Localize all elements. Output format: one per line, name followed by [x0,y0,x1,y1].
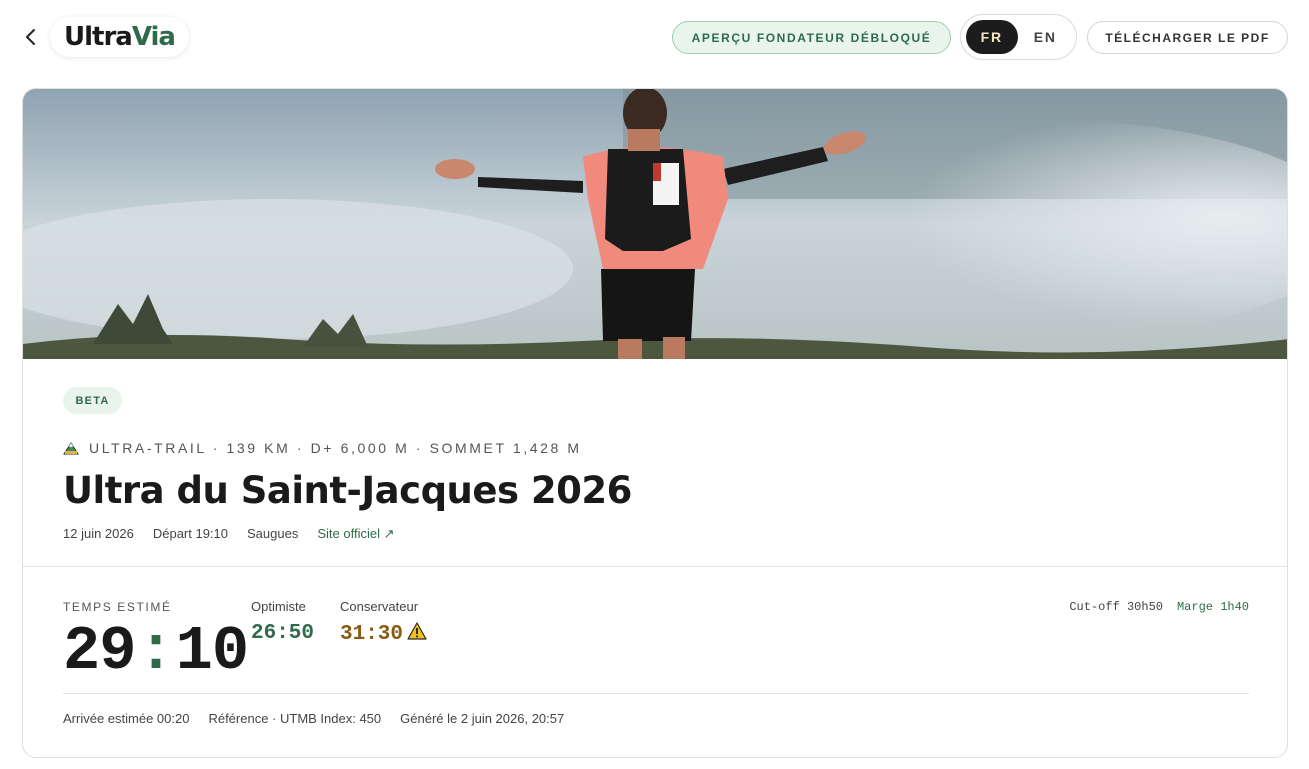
race-meta: ULTRA-TRAIL · 139 KM · D+ 6,000 M · SOMM… [63,440,582,456]
conservative-block: 31:30 [340,622,427,647]
optimistic-value: 26:50 [251,622,315,645]
race-departure: Départ 19:10 [152,526,229,541]
official-site-link[interactable]: Site officiel ↗ [317,526,394,542]
conservative-value: 31:30 [340,623,404,646]
runner-photo [23,89,1287,359]
warning-icon [407,622,427,647]
lang-fr-button[interactable]: FR [966,20,1018,54]
race-title: Ultra du Saint-Jacques 2026 [63,469,632,512]
race-date: 12 juin 2026 [63,526,134,541]
lang-en-button[interactable]: EN [1020,20,1072,54]
race-info: 12 juin 2026 Départ 19:10 Saugues Site o… [63,526,394,542]
inner-divider [63,693,1249,694]
founder-preview-badge: APERÇU FONDATEUR DÉBLOQUÉ [672,21,951,54]
logo-text-via: Via [131,22,176,52]
cutoff-info: Cut-off 30h50 Marge 1h40 [1069,600,1249,614]
chevron-left-icon [26,29,35,45]
estimate-footer: Arrivée estimée 00:20 Référence · UTMB I… [63,711,564,726]
estimated-time-label: TEMPS ESTIMÉ [63,600,172,614]
race-location: Saugues [247,526,299,541]
race-card: BETA ULTRA-TRAIL · 139 KM · D+ 6,000 M ·… [22,88,1288,758]
logo-text-ultra: Ultra [64,22,133,52]
cutoff-time: Cut-off 30h50 [1069,600,1163,614]
beta-badge: BETA [63,387,122,414]
estimated-arrival: Arrivée estimée 00:20 [63,711,190,726]
estimated-time: 29:10 [63,616,249,687]
margin-time: Marge 1h40 [1176,600,1249,614]
estimated-hours: 29 [63,616,136,687]
estimated-minutes: 10 [175,616,249,687]
optimistic-label: Optimiste [251,599,306,614]
language-switch: FR EN [960,14,1077,60]
race-meta-text: ULTRA-TRAIL · 139 KM · D+ 6,000 M · SOMM… [89,440,582,456]
section-divider [23,566,1287,567]
hero-image [23,89,1287,359]
estimated-colon: : [137,616,174,687]
mountain-icon [63,441,79,455]
back-button[interactable] [20,26,42,48]
generated-date: Généré le 2 juin 2026, 20:57 [400,711,565,726]
conservative-label: Conservateur [340,599,419,614]
logo[interactable]: Ultra Via [50,17,189,57]
reference-index: Référence · UTMB Index: 450 [208,711,382,726]
download-pdf-button[interactable]: TÉLÉCHARGER LE PDF [1087,21,1288,54]
